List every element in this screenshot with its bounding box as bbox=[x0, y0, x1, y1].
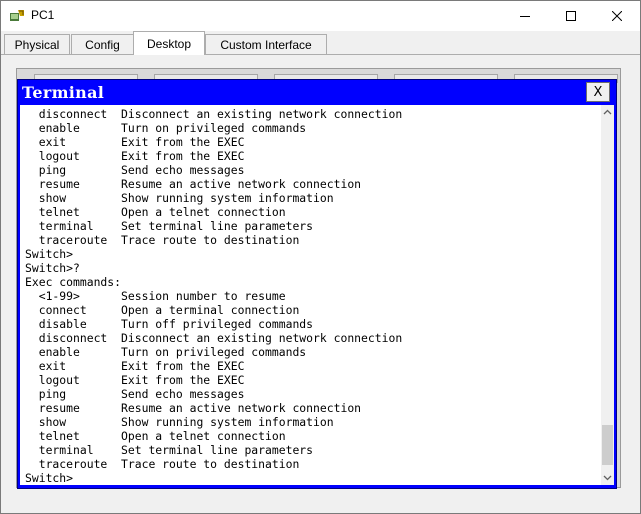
terminal-line: traceroute Trace route to destination bbox=[25, 233, 300, 247]
terminal-line: exit Exit from the EXEC bbox=[25, 135, 245, 149]
terminal-line: disconnect Disconnect an existing networ… bbox=[25, 331, 403, 345]
terminal-title: Terminal bbox=[22, 83, 105, 102]
terminal-text: disconnect Disconnect an existing networ… bbox=[25, 107, 402, 485]
scrollbar-thumb[interactable] bbox=[602, 425, 613, 465]
terminal-close-button[interactable]: X bbox=[586, 82, 610, 102]
terminal-line: enable Turn on privileged commands bbox=[25, 345, 307, 359]
terminal-line: exit Exit from the EXEC bbox=[25, 359, 245, 373]
minimize-icon bbox=[520, 16, 530, 17]
terminal-line: connect Open a terminal connection bbox=[25, 303, 300, 317]
terminal-line: <1-99> Session number to resume bbox=[25, 289, 286, 303]
terminal-close-label: X bbox=[593, 84, 603, 100]
tab-config[interactable]: Config bbox=[71, 34, 134, 54]
terminal-line: Switch>? bbox=[25, 261, 80, 275]
scroll-up-button[interactable] bbox=[601, 105, 614, 119]
terminal-line: traceroute Trace route to destination bbox=[25, 457, 300, 471]
tab-bar: Physical Config Desktop Custom Interface bbox=[1, 31, 640, 55]
terminal-line: resume Resume an active network connecti… bbox=[25, 177, 362, 191]
title-bar[interactable]: PC1 bbox=[1, 1, 640, 31]
terminal-line: resume Resume an active network connecti… bbox=[25, 401, 362, 415]
terminal-scrollbar[interactable] bbox=[601, 105, 614, 485]
minimize-button[interactable] bbox=[502, 1, 548, 31]
terminal-line: enable Turn on privileged commands bbox=[25, 121, 307, 135]
terminal-line: ping Send echo messages bbox=[25, 387, 245, 401]
scroll-down-button[interactable] bbox=[601, 471, 614, 485]
terminal-line: disable Turn off privileged commands bbox=[25, 317, 314, 331]
terminal-line: show Show running system information bbox=[25, 191, 334, 205]
terminal-title-bar: Terminal X bbox=[20, 82, 614, 104]
terminal-output[interactable]: disconnect Disconnect an existing networ… bbox=[20, 105, 601, 485]
terminal-line: ping Send echo messages bbox=[25, 163, 245, 177]
packet-tracer-pc-icon bbox=[10, 10, 24, 21]
terminal-line: telnet Open a telnet connection bbox=[25, 429, 286, 443]
maximize-icon bbox=[566, 11, 576, 21]
terminal-line: telnet Open a telnet connection bbox=[25, 205, 286, 219]
terminal-line: Switch> bbox=[25, 247, 74, 261]
window-title: PC1 bbox=[31, 8, 55, 22]
terminal-line: Switch> bbox=[25, 471, 74, 485]
terminal-line: logout Exit from the EXEC bbox=[25, 149, 245, 163]
terminal-line: disconnect Disconnect an existing networ… bbox=[25, 107, 403, 121]
terminal-line: terminal Set terminal line parameters bbox=[25, 443, 314, 457]
terminal-line: show Show running system information bbox=[25, 415, 334, 429]
close-icon bbox=[612, 11, 622, 21]
tab-physical[interactable]: Physical bbox=[4, 34, 70, 54]
close-window-button[interactable] bbox=[594, 1, 640, 31]
terminal-line: terminal Set terminal line parameters bbox=[25, 219, 314, 233]
terminal-line: logout Exit from the EXEC bbox=[25, 373, 245, 387]
terminal-line: Exec commands: bbox=[25, 275, 122, 289]
chevron-up-icon bbox=[603, 109, 612, 115]
tab-custom-interface[interactable]: Custom Interface bbox=[205, 34, 327, 54]
chevron-down-icon bbox=[603, 475, 612, 481]
tab-desktop[interactable]: Desktop bbox=[133, 31, 205, 55]
maximize-button[interactable] bbox=[548, 1, 594, 31]
